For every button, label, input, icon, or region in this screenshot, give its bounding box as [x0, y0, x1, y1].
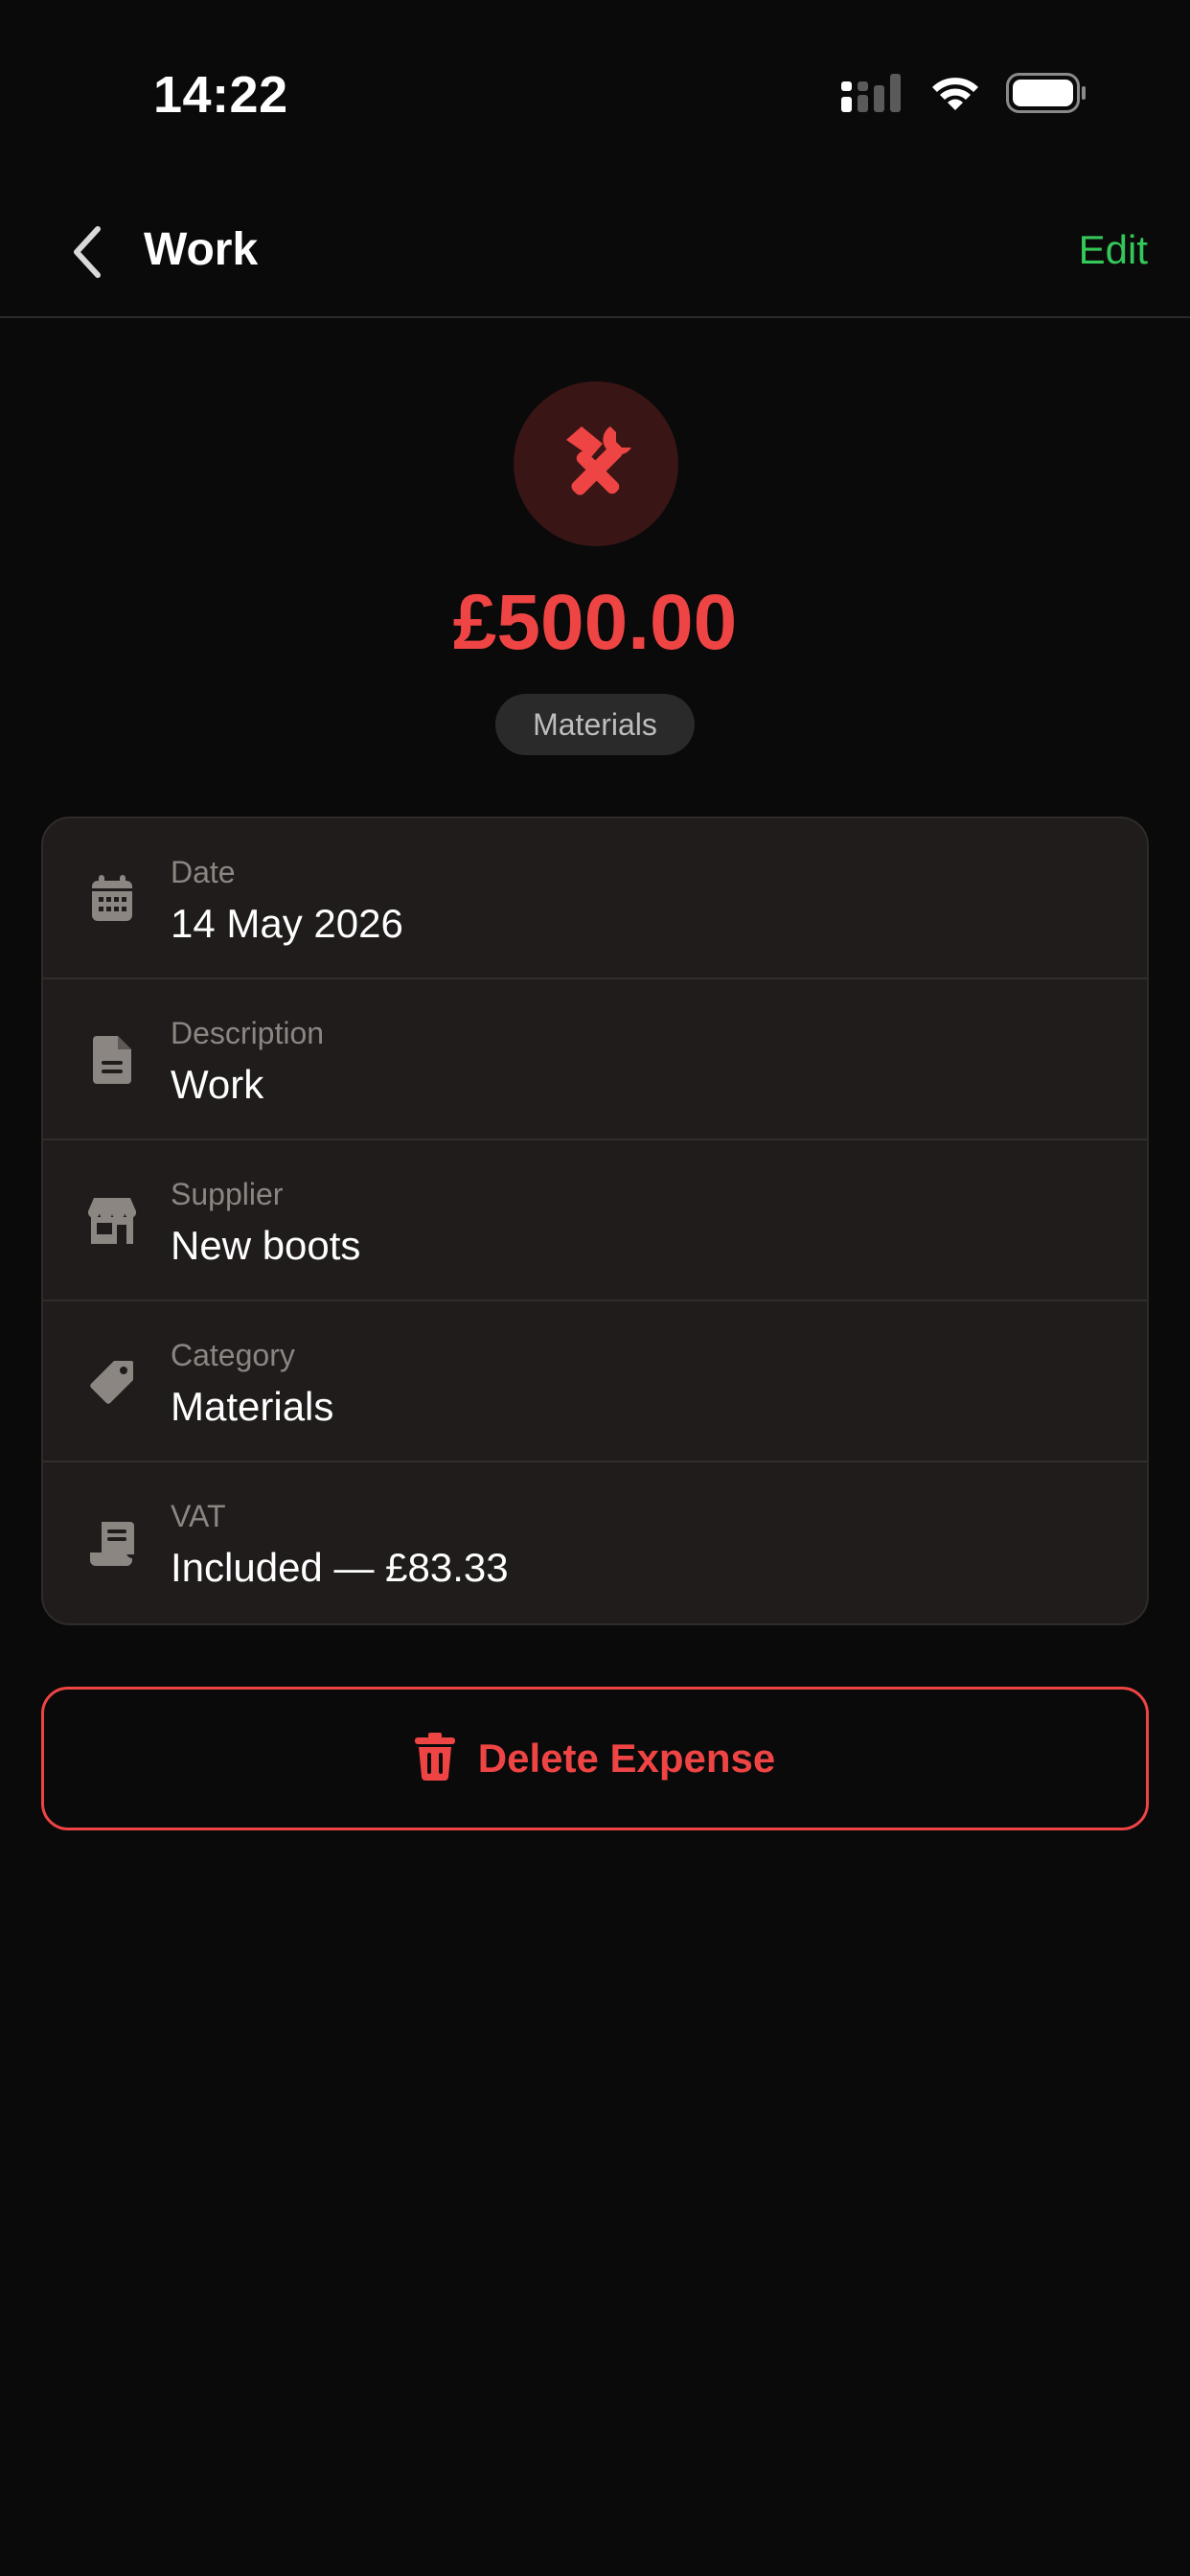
delete-button-label: Delete Expense — [477, 1736, 776, 1781]
detail-row-vat: VAT Included — £83.33 — [43, 1462, 1147, 1623]
document-icon — [87, 1033, 137, 1087]
detail-row-supplier: Supplier New boots — [43, 1140, 1147, 1301]
delete-expense-button[interactable]: Delete Expense — [41, 1687, 1149, 1830]
detail-value: Included — £83.33 — [171, 1545, 509, 1590]
cellular-signal-icon — [841, 72, 904, 119]
detail-value: 14 May 2026 — [171, 901, 403, 946]
tools-icon — [553, 419, 639, 510]
status-bar: 14:22 — [0, 0, 1190, 192]
expense-amount: £500.00 — [452, 579, 738, 666]
detail-value: Materials — [171, 1384, 334, 1429]
category-badge: Materials — [495, 694, 695, 755]
receipt-icon — [87, 1516, 137, 1570]
detail-value: Work — [171, 1062, 264, 1107]
detail-row-description: Description Work — [43, 979, 1147, 1140]
detail-label: Supplier — [171, 1177, 284, 1211]
expense-detail-screen: 14:22 Work Edit £500.00 Materials Date 1… — [0, 0, 1190, 2576]
calendar-icon — [87, 872, 137, 926]
detail-label: Description — [171, 1016, 325, 1050]
expense-category-avatar — [514, 381, 678, 546]
detail-label: VAT — [171, 1499, 226, 1533]
store-icon — [87, 1194, 137, 1248]
page-title: Work — [144, 224, 259, 275]
back-button[interactable] — [54, 220, 121, 288]
detail-label: Date — [171, 855, 236, 889]
tag-icon — [87, 1355, 137, 1409]
detail-value: New boots — [171, 1223, 361, 1268]
detail-label: Category — [171, 1338, 295, 1372]
detail-row-date: Date 14 May 2026 — [43, 818, 1147, 979]
trash-icon — [414, 1732, 455, 1785]
status-icons — [841, 71, 1087, 119]
status-time: 14:22 — [153, 66, 288, 124]
edit-button[interactable]: Edit — [1079, 220, 1148, 280]
battery-icon — [1006, 72, 1087, 118]
wifi-icon — [929, 74, 981, 117]
chevron-left-icon — [71, 225, 103, 284]
navigation-bar: Work Edit — [0, 192, 1190, 318]
detail-row-category: Category Materials — [43, 1301, 1147, 1462]
details-card: Date 14 May 2026 Description Work Suppli… — [41, 816, 1149, 1625]
